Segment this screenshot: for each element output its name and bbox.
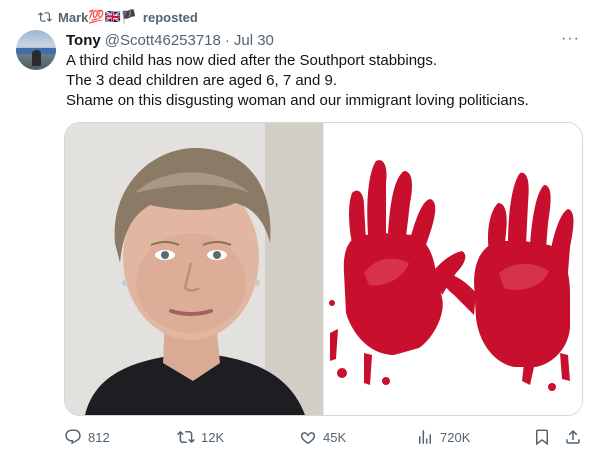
repost-button[interactable]: 12K [177,426,224,448]
author-name[interactable]: Tony [66,32,101,49]
bookmark-button[interactable] [533,426,551,448]
avatar[interactable] [16,30,56,70]
tweet-text: A third child has now died after the Sou… [66,51,586,111]
heart-icon [300,432,316,445]
tweet-actions: 812 12K 45K 720K [64,426,586,448]
bookmark-icon [536,429,548,446]
repost-icon [38,12,52,22]
author-handle[interactable]: @Scott46253718 [105,32,221,49]
media-photo-bloody-hands[interactable] [323,123,582,415]
views-button[interactable]: 720K [416,426,470,448]
bloody-hands-image [324,123,582,415]
tweet-line-3: Shame on this disgusting woman and our i… [66,92,529,109]
views-count: 720K [440,429,471,445]
separator: · [224,31,230,49]
repost-count: 12K [201,429,225,445]
reply-count: 812 [88,429,110,445]
tweet-line-1: A third child has now died after the Sou… [66,52,438,69]
tweet-media[interactable] [64,122,583,416]
repost-label: reposted [142,9,198,25]
reply-icon [65,429,81,445]
share-icon [566,429,580,444]
tweet-line-2: The 3 dead children are aged 6, 7 and 9. [66,72,338,89]
share-button[interactable] [564,426,582,448]
repost-header[interactable]: Mark 💯🇬🇧🏴 reposted [38,8,198,26]
reply-button[interactable]: 812 [64,426,110,448]
analytics-icon [419,430,431,444]
tweet-header: Tony @Scott46253718 · Jul 30 ··· [66,30,582,50]
tweet-date[interactable]: Jul 30 [234,32,274,49]
media-photo-woman[interactable] [65,123,323,415]
retweet-icon [177,430,195,444]
repost-flags: 💯🇬🇧🏴 [88,9,137,24]
like-count: 45K [323,429,347,445]
woman-portrait-image [65,123,323,415]
more-icon[interactable]: ··· [561,30,580,48]
like-button[interactable]: 45K [299,426,346,448]
repost-user[interactable]: Mark [58,10,88,25]
